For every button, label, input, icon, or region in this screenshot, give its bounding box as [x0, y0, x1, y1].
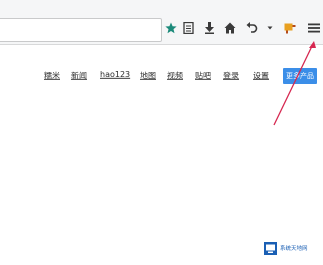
extension-icon[interactable]: [282, 20, 298, 36]
menu-icon[interactable]: [306, 20, 322, 36]
watermark: 系统天地网: [264, 237, 322, 259]
dropdown-caret-icon[interactable]: [262, 20, 278, 36]
watermark-logo-icon: [264, 241, 277, 255]
download-icon[interactable]: [201, 20, 217, 36]
reading-list-icon[interactable]: [180, 20, 196, 36]
nav-link-hao123[interactable]: hao123: [100, 70, 130, 79]
nav-link-nuomi[interactable]: 糯米: [44, 70, 60, 80]
watermark-label: 系统天地网: [280, 246, 308, 252]
nav-link-map[interactable]: 地图: [140, 70, 156, 80]
more-products-button[interactable]: 更多产品: [283, 68, 317, 84]
home-icon[interactable]: [222, 20, 238, 36]
star-icon[interactable]: [163, 20, 179, 36]
nav-link-settings[interactable]: 设置: [253, 70, 269, 80]
nav-link-news[interactable]: 新闻: [71, 70, 87, 80]
nav-link-login[interactable]: 登录: [223, 70, 239, 80]
nav-link-tieba[interactable]: 贴吧: [195, 70, 211, 80]
url-bar[interactable]: [0, 18, 162, 42]
nav-link-video[interactable]: 视频: [167, 70, 183, 80]
browser-toolbar: [0, 0, 323, 45]
back-dropdown-icon[interactable]: [244, 20, 260, 36]
